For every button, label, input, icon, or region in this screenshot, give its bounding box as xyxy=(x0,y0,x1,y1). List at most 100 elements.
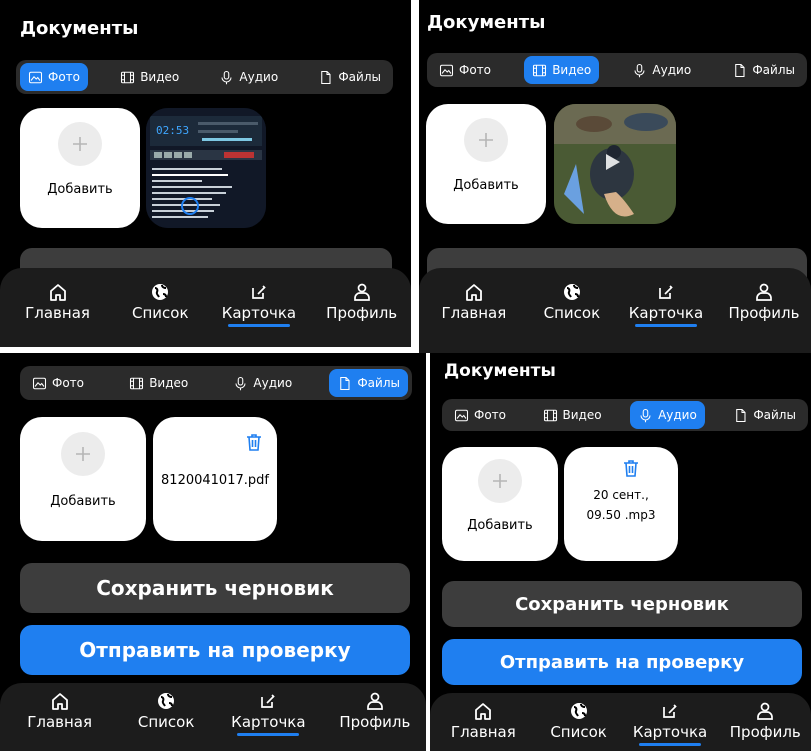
film-icon xyxy=(533,64,547,76)
bottom-nav: Главная Список Карточка Профиль xyxy=(430,693,811,751)
nav-item-card[interactable]: Карточка xyxy=(223,691,313,736)
mic-icon xyxy=(634,63,645,77)
mic-icon xyxy=(221,70,232,84)
globe-icon xyxy=(563,284,580,300)
tab-audio[interactable]: Аудио xyxy=(225,369,300,397)
tab-label: Видео xyxy=(562,408,602,422)
add-label: Добавить xyxy=(453,178,519,194)
nav-label: Карточка xyxy=(628,304,704,322)
film-icon xyxy=(130,377,144,389)
add-photo-card[interactable]: Добавить xyxy=(20,108,140,228)
user-icon xyxy=(757,702,774,720)
film-icon xyxy=(121,71,135,83)
nav-item-list[interactable]: Список xyxy=(121,691,211,731)
home-icon xyxy=(51,693,68,710)
add-file-card[interactable]: Добавить xyxy=(20,417,146,541)
tab-video[interactable]: Видео xyxy=(535,401,610,429)
active-nav-indicator xyxy=(634,324,697,327)
image-icon xyxy=(454,409,469,421)
photo-thumbnail-winamp-playlist[interactable]: 02:53 xyxy=(146,108,266,228)
nav-item-home[interactable]: Главная xyxy=(429,282,519,322)
page-title: Документы xyxy=(427,12,546,33)
nav-label: Список xyxy=(132,304,189,322)
submit-for-review-button[interactable]: Отправить на проверку xyxy=(442,639,802,685)
tab-audio[interactable]: Аудио xyxy=(630,401,705,429)
video-thumbnail-duck[interactable] xyxy=(554,104,676,224)
nav-item-profile[interactable]: Профиль xyxy=(720,701,810,741)
tab-video[interactable]: Видео xyxy=(121,369,196,397)
save-draft-button[interactable]: Сохранить черновик xyxy=(20,563,410,613)
nav-item-home[interactable]: Главная xyxy=(438,701,528,741)
nav-item-home[interactable]: Главная xyxy=(13,282,103,322)
tab-files[interactable]: Файлы xyxy=(725,401,804,429)
edit-icon xyxy=(261,694,275,708)
tab-files[interactable]: Файлы xyxy=(329,369,408,397)
tab-label: Фото xyxy=(48,70,81,84)
tab-audio[interactable]: Аудио xyxy=(624,56,699,84)
image-icon xyxy=(32,377,47,389)
tab-photo[interactable]: Фото xyxy=(431,56,499,84)
tab-photo[interactable]: Фото xyxy=(446,401,514,429)
edit-icon xyxy=(659,285,673,299)
add-label: Добавить xyxy=(47,182,113,198)
add-label: Добавить xyxy=(467,517,533,533)
tab-label: Фото xyxy=(52,376,85,390)
plus-icon xyxy=(58,122,102,166)
tab-audio[interactable]: Аудио xyxy=(211,63,286,91)
file-card[interactable]: 8120041017.pdf xyxy=(153,417,277,541)
nav-item-card[interactable]: Карточка xyxy=(621,282,711,327)
screen-audio-tab: Документы Фото Видео Аудио Файлы Добавить 2… xyxy=(430,353,811,751)
tab-files[interactable]: Файлы xyxy=(310,63,389,91)
nav-item-list[interactable]: Список xyxy=(527,282,617,322)
home-icon xyxy=(49,284,66,301)
tab-label: Файлы xyxy=(357,376,400,390)
bottom-nav: Главная Список Карточка Профиль xyxy=(0,268,411,347)
tab-label: Фото xyxy=(474,408,507,422)
add-video-card[interactable]: Добавить xyxy=(426,104,546,224)
tab-photo[interactable]: Фото xyxy=(20,63,89,91)
globe-icon xyxy=(152,284,169,300)
nav-label: Главная xyxy=(25,304,90,322)
globe-icon xyxy=(570,703,587,719)
save-draft-button[interactable]: Сохранить черновик xyxy=(442,581,802,627)
trash-icon[interactable] xyxy=(620,457,642,479)
tab-video[interactable]: Видео xyxy=(524,56,600,84)
nav-label: Профиль xyxy=(326,304,398,322)
nav-item-profile[interactable]: Профиль xyxy=(330,691,420,731)
nav-label: Список xyxy=(543,304,601,322)
nav-item-card[interactable]: Карточка xyxy=(625,701,715,746)
nav-item-home[interactable]: Главная xyxy=(15,691,105,731)
trash-icon[interactable] xyxy=(243,431,265,453)
nav-item-list[interactable]: Список xyxy=(534,701,624,741)
add-audio-card[interactable]: Добавить xyxy=(442,447,558,561)
submit-for-review-button[interactable]: Отправить на проверку xyxy=(20,625,410,675)
bottom-nav: Главная Список Карточка Профиль xyxy=(419,268,811,353)
file-card[interactable]: 20 сент., 09.50 .mp3 xyxy=(564,447,678,561)
nav-item-list[interactable]: Список xyxy=(115,282,205,322)
file-icon xyxy=(321,70,331,84)
file-icon xyxy=(340,376,350,390)
tab-label: Видео xyxy=(140,70,180,84)
home-icon xyxy=(465,284,482,301)
user-icon xyxy=(367,692,383,710)
nav-label: Список xyxy=(137,713,195,731)
tab-bar: Фото Видео Аудио Файлы xyxy=(427,53,807,87)
screen-files-tab: Фото Видео Аудио Файлы Добавить 8120041017.… xyxy=(0,353,426,751)
tab-video[interactable]: Видео xyxy=(112,63,187,91)
globe-icon xyxy=(158,693,175,709)
file-name: 20 сент., 09.50 .mp3 xyxy=(586,488,656,522)
tab-bar: Фото Видео Аудио Файлы xyxy=(16,60,393,94)
nav-label: Главная xyxy=(441,304,507,322)
nav-label: Профиль xyxy=(729,723,801,741)
tab-files[interactable]: Файлы xyxy=(724,56,803,84)
nav-item-profile[interactable]: Профиль xyxy=(317,282,407,322)
file-icon xyxy=(735,63,745,77)
nav-item-card[interactable]: Карточка xyxy=(214,282,304,327)
tab-photo[interactable]: Фото xyxy=(24,369,92,397)
mic-icon xyxy=(640,408,651,422)
plus-icon xyxy=(61,432,105,477)
nav-item-profile[interactable]: Профиль xyxy=(719,282,809,322)
active-nav-indicator xyxy=(227,324,290,327)
tab-label: Видео xyxy=(149,376,189,390)
file-icon xyxy=(736,408,746,422)
